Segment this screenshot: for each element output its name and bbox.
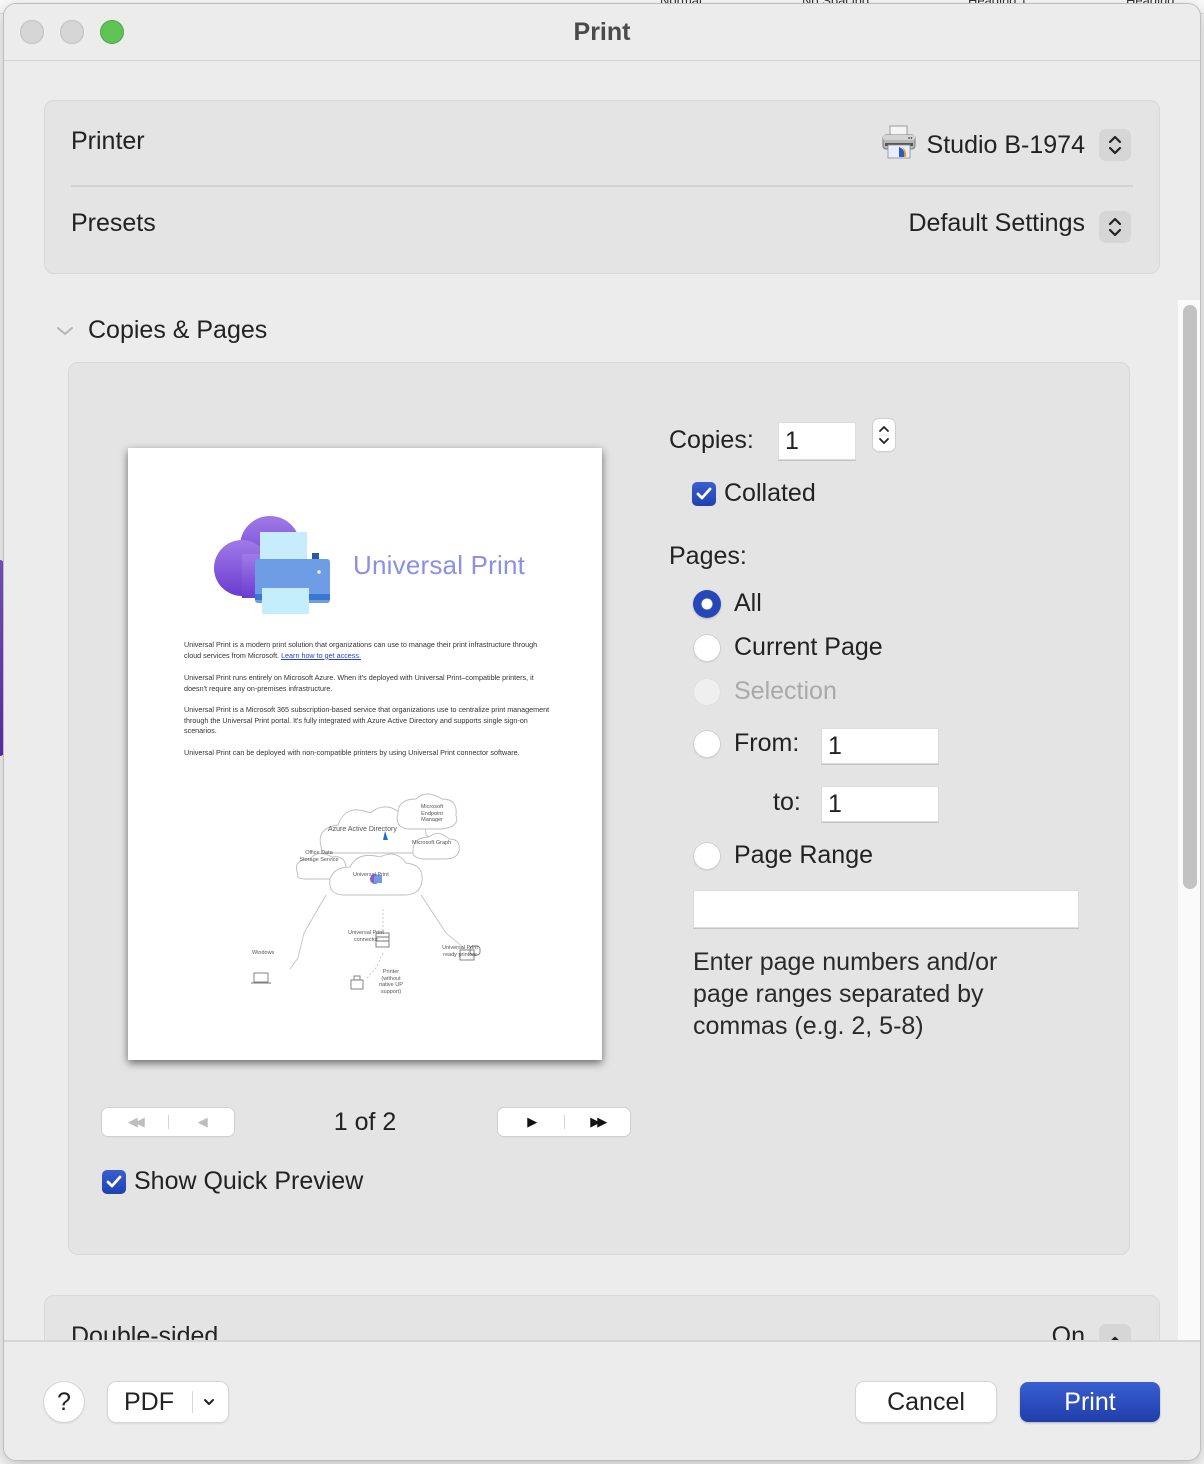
universal-print-logo-icon bbox=[214, 516, 330, 614]
diagram-label-aad: Azure Active Directory bbox=[328, 826, 397, 833]
double-sided-label: Double-sided bbox=[71, 1322, 219, 1340]
presets-select[interactable]: Default Settings bbox=[909, 209, 1086, 238]
preview-paragraph: Universal Print is a modern print soluti… bbox=[184, 640, 554, 661]
preview-paragraph: Universal Print runs entirely on Microso… bbox=[184, 673, 534, 693]
print-button[interactable]: Print bbox=[1020, 1382, 1160, 1422]
checkmark-icon bbox=[102, 1169, 126, 1194]
chevron-up-down-icon bbox=[1108, 217, 1122, 237]
settings-scroll-area: Printer Studio B-1974 Presets Default Se… bbox=[4, 62, 1200, 1340]
first-page-icon: ◀◀ bbox=[127, 1114, 145, 1129]
presets-value: Default Settings bbox=[908, 209, 1086, 237]
pages-radio-selection: Selection bbox=[693, 677, 837, 706]
print-preview-page: Universal Print Universal Print is a mod… bbox=[128, 448, 602, 1060]
pages-radio-from[interactable]: From: bbox=[693, 729, 799, 758]
diagram-label-printer: Printer (without native UP support) bbox=[379, 969, 403, 995]
radio-selected-icon bbox=[693, 589, 721, 618]
radio-icon bbox=[693, 729, 721, 758]
double-sided-popup-arrows[interactable] bbox=[1099, 1324, 1131, 1340]
printer-select[interactable]: Studio B-1974 bbox=[881, 125, 1085, 166]
printer-value: Studio B-1974 bbox=[926, 131, 1085, 159]
copies-pages-card: Universal Print Universal Print is a mod… bbox=[68, 362, 1130, 1255]
show-quick-preview-checkbox[interactable]: Show Quick Preview bbox=[102, 1167, 363, 1196]
from-page-input[interactable] bbox=[822, 729, 938, 763]
chevron-up-down-icon bbox=[1108, 135, 1122, 155]
printer-icon bbox=[881, 125, 917, 166]
printer-popup-arrows[interactable] bbox=[1099, 129, 1131, 161]
pdf-label: PDF bbox=[124, 1387, 174, 1416]
diagram-label-odss: Office Data Storage Service bbox=[299, 850, 339, 863]
diagram-label-ready: Universal Print ready printers bbox=[442, 945, 478, 958]
page-range-input[interactable] bbox=[694, 891, 1078, 927]
section-title: Copies & Pages bbox=[88, 316, 268, 344]
double-sided-card: Double-sided On bbox=[44, 1295, 1160, 1340]
window-title: Print bbox=[573, 18, 631, 46]
copies-label: Copies: bbox=[669, 426, 754, 454]
last-page-button[interactable]: ▶▶ bbox=[565, 1108, 631, 1136]
to-page-input[interactable] bbox=[822, 787, 938, 821]
checkmark-icon bbox=[692, 481, 716, 506]
pages-radio-page-range[interactable]: Page Range bbox=[693, 841, 873, 870]
radio-label: All bbox=[734, 589, 762, 617]
diagram-label-windows: Windows bbox=[252, 950, 275, 956]
radio-icon bbox=[693, 677, 721, 706]
diagram-label-graph: Microsoft Graph bbox=[412, 840, 452, 846]
presets-popup-arrows[interactable] bbox=[1099, 211, 1131, 243]
pages-radio-current-page[interactable]: Current Page bbox=[693, 633, 883, 662]
pager-back-group: ◀◀ ◀ bbox=[102, 1108, 234, 1136]
next-page-button[interactable]: ▶ bbox=[498, 1108, 564, 1136]
copies-stepper[interactable] bbox=[873, 419, 895, 451]
radio-label: From: bbox=[734, 729, 800, 757]
presets-label: Presets bbox=[71, 209, 156, 237]
collated-checkbox[interactable]: Collated bbox=[692, 479, 816, 508]
help-button[interactable]: ? bbox=[44, 1382, 84, 1422]
divider bbox=[192, 1391, 193, 1413]
to-label: to: bbox=[773, 788, 801, 816]
pager-forward-group: ▶ ▶▶ bbox=[498, 1108, 630, 1136]
radio-label: Selection bbox=[734, 677, 837, 705]
preview-paragraph: Universal Print is a Microsoft 365 subsc… bbox=[184, 705, 550, 736]
page-indicator: 1 of 2 bbox=[333, 1108, 397, 1136]
preview-link: Learn how to get access. bbox=[281, 650, 361, 660]
last-page-icon: ▶▶ bbox=[590, 1114, 607, 1129]
dialog-footer: ? PDF Cancel Print bbox=[4, 1340, 1200, 1460]
radio-icon bbox=[693, 841, 721, 870]
pages-radio-all[interactable]: All bbox=[693, 589, 762, 618]
scrollbar[interactable] bbox=[1178, 300, 1200, 1340]
double-sided-value[interactable]: On bbox=[1052, 1322, 1085, 1340]
copies-pages-disclosure[interactable]: Copies & Pages bbox=[56, 316, 267, 345]
copies-input[interactable] bbox=[779, 423, 855, 459]
pages-label: Pages: bbox=[669, 542, 747, 570]
chevron-down-icon bbox=[57, 326, 73, 335]
scrollbar-thumb[interactable] bbox=[1183, 305, 1197, 889]
previous-page-icon: ◀ bbox=[197, 1114, 208, 1129]
radio-icon bbox=[693, 633, 721, 662]
printer-label: Printer bbox=[71, 127, 145, 155]
show-quick-preview-label: Show Quick Preview bbox=[134, 1167, 364, 1195]
chevron-down-icon bbox=[204, 1399, 214, 1405]
divider bbox=[71, 185, 1133, 187]
title-bar: Print bbox=[4, 4, 1200, 61]
cancel-button[interactable]: Cancel bbox=[856, 1382, 996, 1422]
next-page-icon: ▶ bbox=[527, 1114, 537, 1129]
page-range-help-text: Enter page numbers and/or page ranges se… bbox=[693, 948, 998, 1040]
preview-heading: Universal Print bbox=[353, 550, 526, 580]
architecture-diagram bbox=[251, 793, 481, 990]
first-page-button[interactable]: ◀◀ bbox=[102, 1108, 168, 1136]
printer-presets-card: Printer Studio B-1974 Presets Default Se… bbox=[44, 100, 1160, 274]
chevron-up-down-icon bbox=[879, 425, 889, 445]
previous-page-button[interactable]: ◀ bbox=[169, 1108, 235, 1136]
preview-paragraph: Universal Print can be deployed with non… bbox=[184, 748, 520, 757]
radio-label: Page Range bbox=[734, 841, 874, 869]
print-dialog: Print Printer Studio B-1974 Presets Defa… bbox=[4, 4, 1200, 1460]
diagram-label-mem: Microsoft Endpoint Manager bbox=[420, 804, 444, 823]
collated-label: Collated bbox=[724, 479, 816, 507]
radio-label: Current Page bbox=[734, 633, 883, 661]
help-icon: ? bbox=[57, 1387, 71, 1416]
pdf-menu-button[interactable]: PDF bbox=[108, 1382, 228, 1422]
diagram-label-connector: Universal Print connector bbox=[348, 930, 384, 943]
diagram-label-up: Universal Print bbox=[353, 872, 389, 878]
